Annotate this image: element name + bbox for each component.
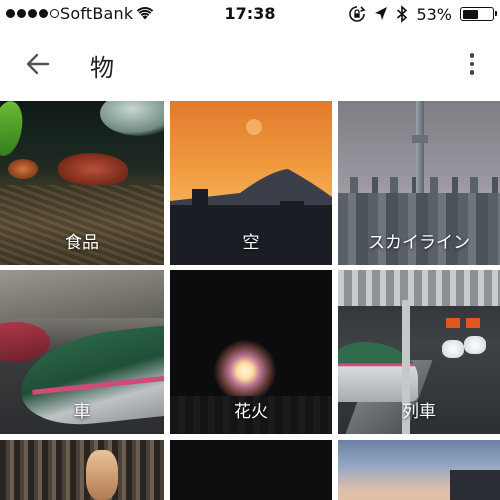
page-title: 物 [90,54,114,82]
tile-label: スカイライン [368,233,470,253]
album-tile-skyline[interactable]: スカイライン [338,101,500,265]
album-tile-train[interactable]: 列車 [338,270,500,434]
tile-label: 空 [242,233,260,253]
album-tile-night[interactable] [170,440,332,500]
tile-label: 車 [73,402,91,422]
back-button[interactable] [18,50,58,78]
battery-icon [460,7,497,21]
tile-label: 食品 [65,233,99,253]
battery-level [462,9,478,19]
album-tile-car[interactable]: 車 [0,270,164,434]
album-tile-evening[interactable] [338,440,500,500]
more-options-button[interactable] [462,50,482,78]
album-tile-sky[interactable]: 空 [170,101,332,265]
arrow-left-icon [26,53,50,75]
album-tile-fireworks[interactable]: 花火 [170,270,332,434]
app-bar: 物 [0,28,500,100]
tile-label: 列車 [402,402,436,422]
battery-percent: 53% [416,4,452,24]
rotation-lock-icon [349,6,366,22]
album-tile-food[interactable]: 食品 [0,101,164,265]
album-tile-crowd[interactable] [0,440,164,500]
tile-label: 花火 [234,402,268,422]
location-arrow-icon [375,7,388,20]
bluetooth-icon [397,5,408,23]
more-vert-icon [469,53,475,58]
status-bar: SoftBank 17:38 53% [0,0,500,28]
